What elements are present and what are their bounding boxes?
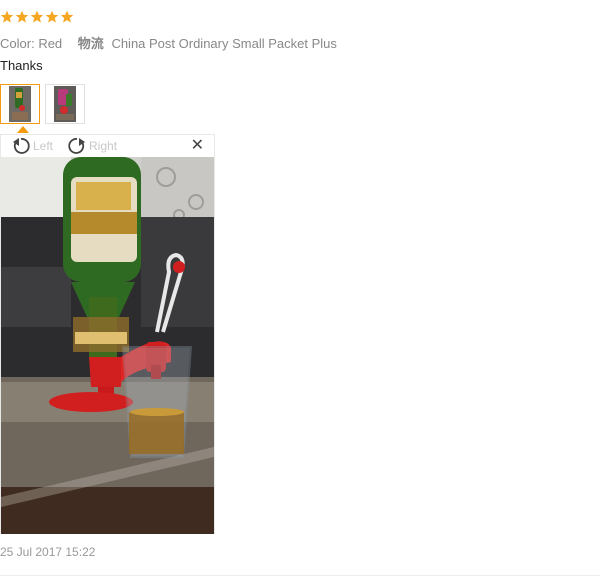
active-thumbnail-indicator <box>17 126 29 133</box>
rotate-right-label: Right <box>89 139 118 153</box>
star-icon <box>0 10 14 23</box>
review-date: 25 Jul 2017 15:22 <box>0 545 96 559</box>
rotate-right-button[interactable]: Right <box>67 136 117 156</box>
shipping-value: China Post Ordinary Small Packet Plus <box>111 36 337 51</box>
shipping-label: 物流 <box>77 36 104 51</box>
photo-thumbnails <box>0 84 85 124</box>
feedback-text: Thanks <box>0 58 43 73</box>
star-icon <box>15 10 29 23</box>
divider <box>0 575 600 576</box>
color-label: Color: <box>0 36 35 51</box>
rating-stars <box>0 10 74 24</box>
viewer-toolbar: Left Right ✕ <box>1 135 214 157</box>
photo-thumbnail-2[interactable] <box>45 84 85 124</box>
rotate-left-label: Left <box>33 139 54 153</box>
star-icon <box>60 10 74 23</box>
rotate-left-icon <box>13 138 30 154</box>
rotate-right-icon <box>68 138 86 154</box>
rotate-left-button[interactable]: Left <box>11 136 53 156</box>
review-meta: Color: Red 物流 China Post Ordinary Small … <box>0 33 337 52</box>
photo-thumbnail-icon <box>9 86 31 122</box>
review-photo <box>1 157 214 534</box>
review-photo-image <box>1 157 214 534</box>
star-icon <box>30 10 44 23</box>
photo-thumbnail-icon <box>54 86 76 122</box>
photo-viewer: Left Right ✕ <box>0 134 215 534</box>
close-icon[interactable]: ✕ <box>191 138 204 154</box>
star-icon <box>45 10 59 23</box>
photo-thumbnail-1[interactable] <box>0 84 40 124</box>
color-value: Red <box>38 36 63 51</box>
